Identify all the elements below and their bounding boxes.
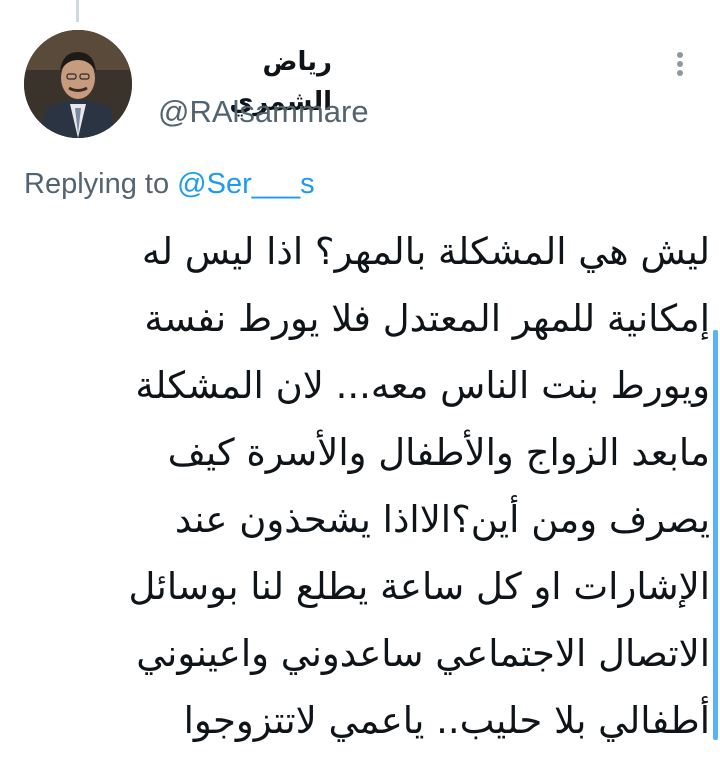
avatar-photo [24, 30, 132, 138]
scroll-indicator[interactable] [713, 330, 718, 740]
tweet-text: ليش هي المشكلة بالمهر؟ اذا ليس له إمكاني… [20, 218, 711, 754]
tweet-text-line: مابعد الزواج والأطفال والأسرة كيف [167, 431, 710, 474]
replying-to-mention[interactable]: @Ser___s [177, 168, 314, 200]
more-dot [677, 61, 683, 67]
avatar[interactable] [24, 30, 132, 138]
tweet-text-line: يصرف ومن أين؟الااذا يشحذون عند [174, 498, 710, 541]
more-dot [677, 70, 683, 76]
thread-connector-line [76, 0, 79, 22]
more-dot [677, 52, 683, 58]
replying-to: Replying to @Ser___s [24, 164, 315, 204]
more-options-icon[interactable] [668, 46, 692, 82]
tweet-text-line: إمكانية للمهر المعتدل فلا يورط نفسة [144, 297, 710, 340]
tweet-text-line: الاتصال الاجتماعي ساعدوني واعينوني [136, 632, 710, 675]
user-handle[interactable]: @RAlsammare [158, 92, 369, 132]
tweet-text-line: ليش هي المشكلة بالمهر؟ اذا ليس له [141, 230, 710, 273]
tweet-text-line: أطفالي بلا حليب.. ياعمي لاتتزوجوا [183, 699, 710, 742]
tweet-text-line: ويورط بنت الناس معه... لان المشكلة [135, 364, 710, 407]
replying-prefix: Replying to [24, 168, 170, 200]
tweet-text-line: الإشارات او كل ساعة يطلع لنا بوسائل [128, 565, 711, 608]
